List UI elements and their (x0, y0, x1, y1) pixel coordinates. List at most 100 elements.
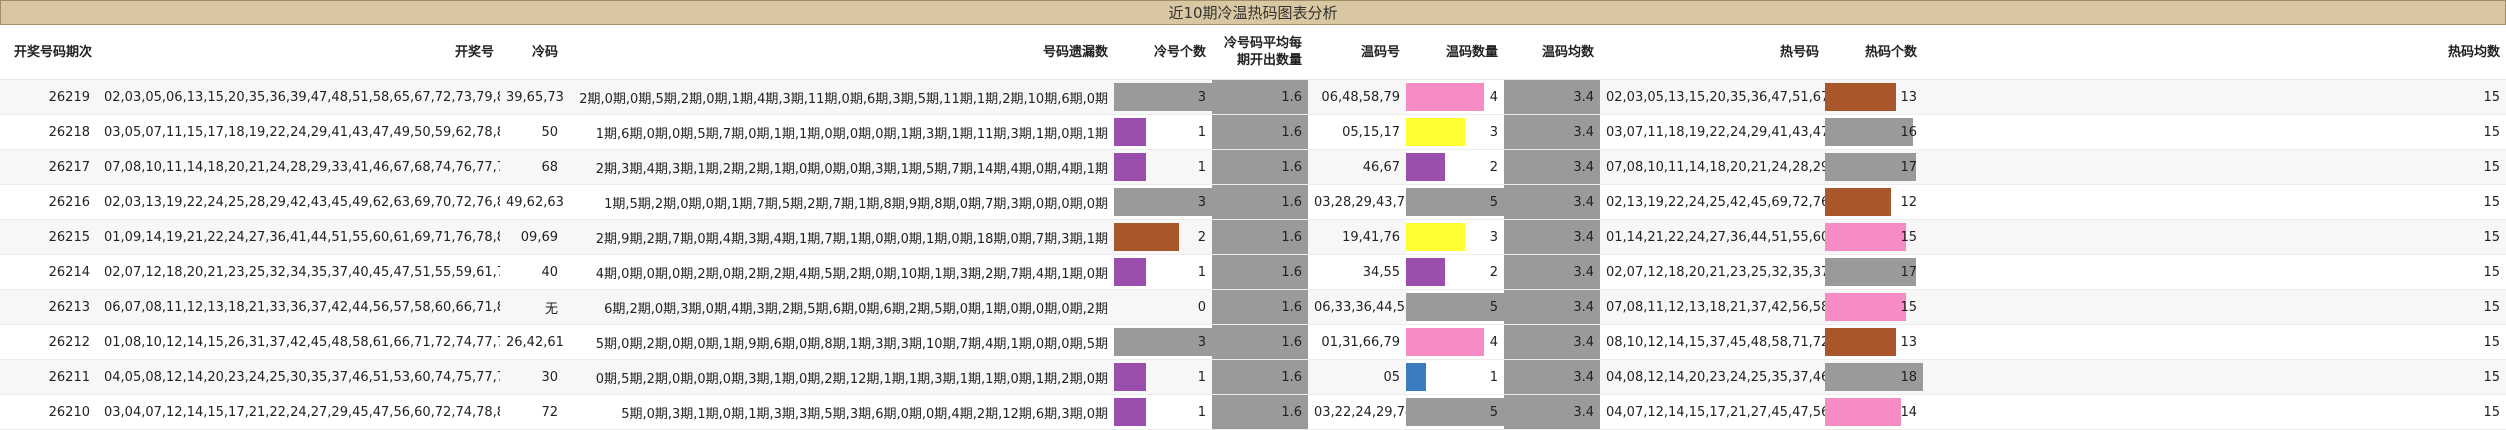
issue-cell: 26219 (0, 79, 98, 115)
cold-avg-cell: 1.6 (1212, 184, 1308, 220)
cold-cell: 无 (500, 289, 564, 325)
header-numbers: 开奖号 (98, 25, 500, 80)
issue-cell: 26210 (0, 394, 98, 430)
cold-avg-cell: 1.6 (1212, 149, 1308, 185)
hot-avg-cell: 15 (1923, 219, 2506, 255)
hot-count-cell: 13 (1825, 324, 1923, 360)
warm-count-cell-value: 2 (1489, 159, 1498, 175)
hot-count-cell-value: 13 (1900, 89, 1917, 105)
hot-cell: 08,10,12,14,15,37,45,48,58,71,72,74,77 (1600, 324, 1825, 360)
cold-avg-cell: 1.6 (1212, 289, 1308, 325)
warm-count-cell: 5 (1406, 289, 1504, 325)
issue-cell: 26217 (0, 149, 98, 185)
table-row: 26214 02,07,12,18,20,21,23,25,32,34,35,37… (0, 254, 2506, 290)
cold-count-cell-value: 1 (1197, 369, 1206, 385)
hot-cell: 04,08,12,14,20,23,24,25,35,37,46,51,53,6… (1600, 359, 1825, 395)
warm-count-cell-fill (1406, 223, 1465, 251)
cold-count-cell-value: 1 (1197, 159, 1206, 175)
hot-count-cell-fill (1825, 398, 1902, 426)
hot-avg-cell: 15 (1923, 184, 2506, 220)
hot-count-cell-fill (1825, 328, 1896, 356)
miss-cell: 2期,9期,2期,7期,0期,4期,3期,4期,1期,7期,1期,0期,0期,1… (564, 219, 1114, 255)
cold-cell: 40 (500, 254, 564, 290)
warm-count-cell-fill (1406, 328, 1485, 356)
cold-count-cell: 3 (1114, 79, 1212, 115)
warm-count-cell-value: 3 (1489, 124, 1498, 140)
cold-count-cell: 1 (1114, 149, 1212, 185)
warm-count-cell-value: 4 (1489, 89, 1498, 105)
header-hot-avg: 热码均数 (1923, 25, 2506, 80)
miss-cell: 1期,6期,0期,0期,5期,7期,0期,1期,1期,0期,0期,0期,1期,3… (564, 114, 1114, 150)
warm-cell: 06,33,36,44,57 (1308, 289, 1406, 325)
miss-cell: 5期,0期,3期,1期,0期,1期,3期,3期,5期,3期,6期,0期,0期,4… (564, 394, 1114, 430)
hot-count-cell-value: 18 (1900, 369, 1917, 385)
cold-avg-cell: 1.6 (1212, 219, 1308, 255)
warm-cell: 01,31,66,79 (1308, 324, 1406, 360)
cold-count-cell-fill (1114, 223, 1179, 251)
warm-avg-cell: 3.4 (1504, 184, 1600, 220)
hot-avg-cell: 15 (1923, 289, 2506, 325)
warm-count-cell: 1 (1406, 359, 1504, 395)
cold-cell: 68 (500, 149, 564, 185)
hot-cell: 02,03,05,13,15,20,35,36,47,51,67,72,80 (1600, 79, 1825, 115)
hot-count-cell: 12 (1825, 184, 1923, 220)
warm-count-cell: 4 (1406, 324, 1504, 360)
cold-count-cell-fill (1114, 153, 1147, 181)
hot-cell: 01,14,21,22,24,27,36,44,51,55,60,61,71,7… (1600, 219, 1825, 255)
hot-cell: 02,13,19,22,24,25,42,45,69,72,76,80 (1600, 184, 1825, 220)
header-cold-count: 冷号个数 (1114, 25, 1212, 80)
page-title: 近10期冷温热码图表分析 (0, 0, 2506, 25)
issue-cell: 26212 (0, 324, 98, 360)
warm-count-cell: 2 (1406, 254, 1504, 290)
cold-count-cell-value: 3 (1197, 89, 1206, 105)
table-row: 26213 06,07,08,11,12,13,18,21,33,36,37,42… (0, 289, 2506, 325)
numbers-cell: 07,08,10,11,14,18,20,21,24,28,29,33,41,4… (98, 149, 500, 185)
issue-cell: 26216 (0, 184, 98, 220)
cold-cell: 49,62,63 (500, 184, 564, 220)
header-hot: 热号码 (1600, 25, 1825, 80)
table-row: 26215 01,09,14,19,21,22,24,27,36,41,44,51… (0, 219, 2506, 255)
cold-count-cell: 3 (1114, 184, 1212, 220)
header-warm-avg: 温码均数 (1504, 25, 1600, 80)
cold-count-cell-value: 0 (1197, 299, 1206, 315)
warm-count-cell: 4 (1406, 79, 1504, 115)
cold-cell: 39,65,73 (500, 79, 564, 115)
cold-count-cell-value: 1 (1197, 404, 1206, 420)
cold-cell: 30 (500, 359, 564, 395)
cold-cell: 50 (500, 114, 564, 150)
miss-cell: 2期,0期,0期,5期,2期,0期,1期,4期,3期,11期,0期,6期,3期,… (564, 79, 1114, 115)
warm-count-cell: 5 (1406, 184, 1504, 220)
hot-count-cell: 17 (1825, 149, 1923, 185)
hot-cell: 04,07,12,14,15,17,21,27,45,47,56,60,72,7… (1600, 394, 1825, 430)
hot-cell: 03,07,11,18,19,22,24,29,41,43,47,49,59,6… (1600, 114, 1825, 150)
warm-count-cell-value: 3 (1489, 229, 1498, 245)
warm-count-cell-fill (1406, 258, 1446, 286)
miss-cell: 0期,5期,2期,0期,0期,0期,3期,1期,0期,2期,12期,1期,1期,… (564, 359, 1114, 395)
cold-avg-cell: 1.6 (1212, 359, 1308, 395)
hot-avg-cell: 15 (1923, 394, 2506, 430)
warm-avg-cell: 3.4 (1504, 289, 1600, 325)
warm-avg-cell: 3.4 (1504, 359, 1600, 395)
numbers-cell: 01,08,10,12,14,15,26,31,37,42,45,48,58,6… (98, 324, 500, 360)
cold-count-cell-value: 3 (1197, 334, 1206, 350)
warm-count-cell-value: 5 (1489, 194, 1498, 210)
cold-count-cell: 1 (1114, 394, 1212, 430)
numbers-cell: 02,03,13,19,22,24,25,28,29,42,43,45,49,6… (98, 184, 500, 220)
hot-count-cell-value: 15 (1900, 299, 1917, 315)
table-body: 26219 02,03,05,06,13,15,20,35,36,39,47,48… (0, 79, 2506, 430)
numbers-cell: 06,07,08,11,12,13,18,21,33,36,37,42,44,5… (98, 289, 500, 325)
hot-avg-cell: 15 (1923, 149, 2506, 185)
hot-count-cell-value: 17 (1900, 159, 1917, 175)
warm-count-cell: 5 (1406, 394, 1504, 430)
table-row: 26218 03,05,07,11,15,17,18,19,22,24,29,41… (0, 114, 2506, 150)
warm-avg-cell: 3.4 (1504, 114, 1600, 150)
hot-count-cell: 16 (1825, 114, 1923, 150)
hot-cell: 07,08,10,11,14,18,20,21,24,28,29,33,41,7… (1600, 149, 1825, 185)
hot-count-cell: 15 (1825, 219, 1923, 255)
warm-cell: 05 (1308, 359, 1406, 395)
cold-count-cell-fill (1114, 398, 1147, 426)
hot-avg-cell: 15 (1923, 114, 2506, 150)
numbers-cell: 02,03,05,06,13,15,20,35,36,39,47,48,51,5… (98, 79, 500, 115)
cold-count-cell-value: 2 (1197, 229, 1206, 245)
warm-count-cell-fill (1406, 118, 1465, 146)
